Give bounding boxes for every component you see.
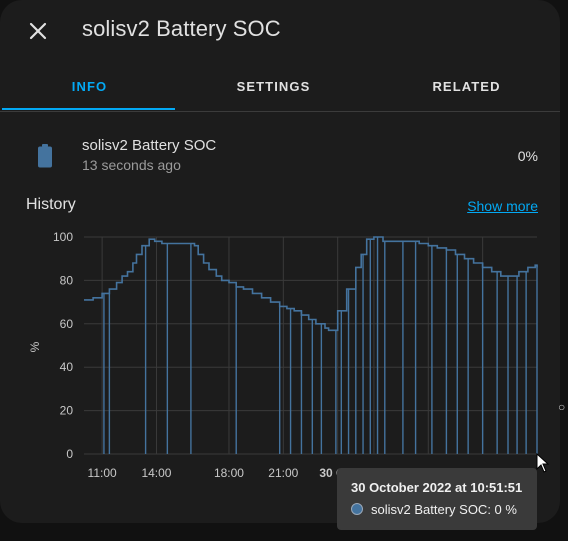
x-tick-label: 14:00 bbox=[141, 466, 171, 480]
series-color-dot bbox=[351, 503, 363, 515]
y-axis: 0 20 40 60 80 100 bbox=[53, 230, 73, 461]
y-tick-label: 20 bbox=[60, 404, 74, 418]
mouse-cursor-icon bbox=[536, 453, 550, 473]
x-tick-label: 11:00 bbox=[88, 466, 117, 480]
y-tick-label: 0 bbox=[66, 447, 73, 461]
y-axis-label: % bbox=[28, 341, 42, 352]
tooltip-title: 30 October 2022 at 10:51:51 bbox=[351, 480, 523, 495]
chart-tooltip: 30 October 2022 at 10:51:51 solisv2 Batt… bbox=[337, 468, 537, 530]
x-tick-label: 18:00 bbox=[214, 466, 244, 480]
x-tick-label: 21:00 bbox=[268, 466, 298, 480]
y-tick-label: 80 bbox=[60, 273, 74, 287]
series-line bbox=[84, 236, 538, 332]
chart-grid bbox=[84, 236, 537, 455]
y-tick-label: 100 bbox=[53, 230, 73, 244]
y-tick-label: 40 bbox=[60, 360, 74, 374]
history-chart[interactable]: 020406080100 11:0014:0018:0021:0030 Oct2… bbox=[0, 0, 568, 541]
tooltip-series-text: solisv2 Battery SOC: 0 % bbox=[371, 502, 517, 517]
offscreen-edge-mark: ○ bbox=[558, 400, 566, 414]
chart-series bbox=[84, 236, 538, 454]
y-tick-label: 60 bbox=[60, 317, 74, 331]
